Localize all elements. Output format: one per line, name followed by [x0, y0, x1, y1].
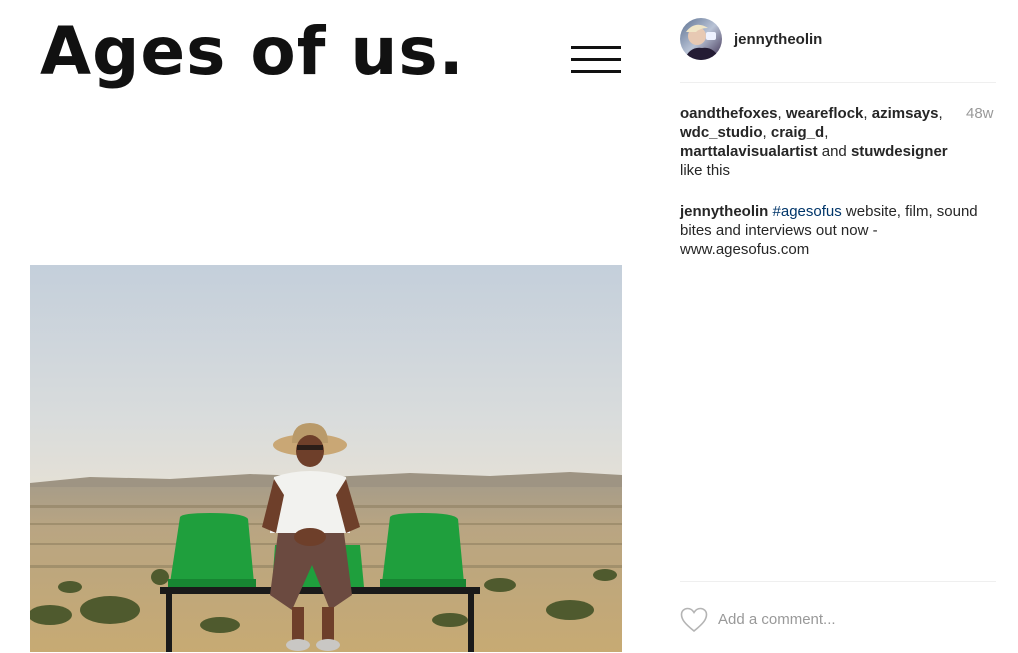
likes-summary: oandthefoxes, weareflock, azimsays, wdc_… [680, 105, 948, 179]
post-header: jennytheolin [680, 18, 996, 83]
menu-bar [571, 58, 621, 61]
liker-username[interactable]: azimsays [872, 105, 939, 122]
avatar[interactable] [680, 18, 722, 60]
caption-author[interactable]: jennytheolin [680, 203, 768, 220]
liker-username[interactable]: oandthefoxes [680, 105, 778, 122]
post-age[interactable]: 48w [966, 104, 994, 123]
brand-title: Ages of us. [40, 13, 465, 90]
comment-bar [680, 581, 996, 653]
liker-username[interactable]: wdc_studio [680, 124, 763, 141]
likes-connector: and [821, 143, 847, 160]
comment-input[interactable] [718, 608, 988, 630]
liker-username[interactable]: weareflock [786, 105, 864, 122]
menu-bar [571, 46, 621, 49]
avatar-image [680, 18, 722, 60]
likes-suffix: like this [680, 162, 731, 179]
heart-outline-icon[interactable] [680, 607, 708, 633]
liker-username[interactable]: marttalavisualartist [680, 143, 818, 160]
liker-username[interactable]: stuwdesigner [851, 143, 948, 160]
post-sidebar: jennytheolin oandthefoxes, weareflock, a… [650, 0, 1018, 652]
media-panel: Ages of us. [0, 0, 650, 652]
menu-bar [571, 70, 621, 73]
hamburger-menu-icon[interactable] [571, 46, 623, 80]
liker-username[interactable]: craig_d [771, 124, 824, 141]
post-photo[interactable] [30, 265, 622, 652]
post-username[interactable]: jennytheolin [734, 31, 822, 48]
post-caption: jennytheolin #agesofus website, film, so… [680, 202, 980, 259]
caption-hashtag[interactable]: #agesofus [773, 203, 842, 220]
photo-scene [30, 265, 622, 652]
